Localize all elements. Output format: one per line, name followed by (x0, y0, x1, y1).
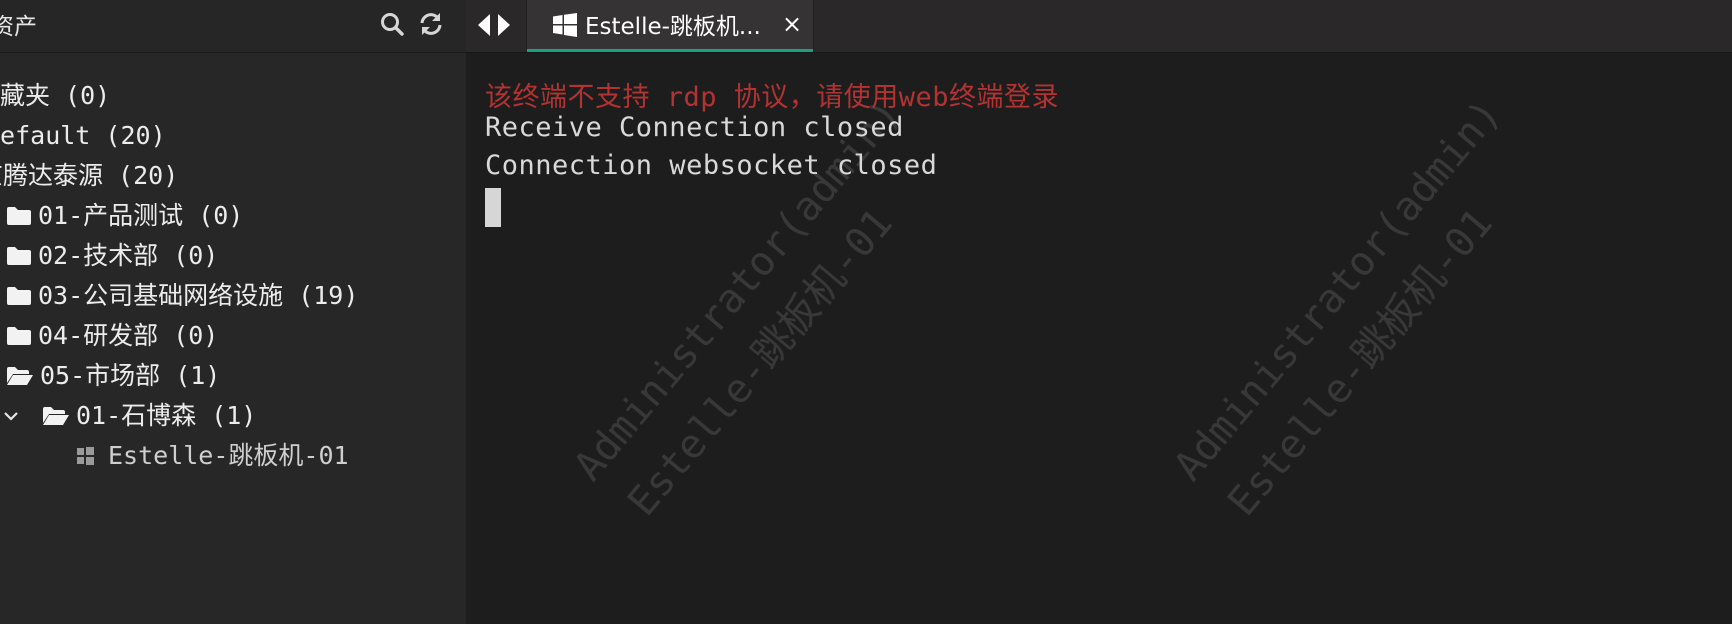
windows-icon (76, 447, 94, 465)
terminal-output[interactable]: Administrator(admin) Estelle-跳板机-01 Admi… (466, 53, 1732, 624)
folder-icon (6, 246, 32, 266)
tree-node-label: 05-市场部 (1) (40, 361, 221, 390)
watermark-user: Administrator(admin) (1165, 90, 1511, 490)
tree-node-label: Estelle-跳板机-01 (108, 441, 349, 470)
folder-icon (6, 326, 32, 346)
terminal-error-line: 该终端不支持 rdp 协议，请使用web终端登录 (485, 82, 1060, 113)
tree-node-label: Default (20) (0, 121, 166, 150)
tab-bar: Estelle-跳板机... × (466, 0, 1732, 53)
tree-node-product-test[interactable]: 01-产品测试 (0) (6, 196, 243, 236)
tree-node-asset-estelle[interactable]: Estelle-跳板机-01 (76, 436, 349, 476)
folder-icon (6, 286, 32, 306)
tree-node-label: 01-产品测试 (0) (38, 201, 244, 230)
tab-estelle[interactable]: Estelle-跳板机... × (526, 0, 814, 52)
sidebar-header: 资产 (0, 0, 466, 53)
asset-sidebar: 资产 收藏夹 (0) Default (20 (0, 0, 466, 624)
watermark-host: Estelle-跳板机-01 (1219, 200, 1502, 525)
app-window: 资产 收藏夹 (0) Default (20 (0, 0, 1732, 624)
caret-right-icon[interactable] (496, 12, 512, 38)
refresh-icon[interactable] (417, 10, 445, 38)
tree-node-shi-bosen[interactable]: 01-石博森 (1) (42, 396, 256, 436)
search-icon[interactable] (378, 10, 406, 38)
folder-open-icon (42, 406, 70, 426)
windows-icon (553, 13, 577, 41)
tree-node-org[interactable]: 北京腾达泰源 (20) (0, 156, 178, 196)
tab-label: Estelle-跳板机... (585, 14, 761, 40)
terminal-cursor (485, 188, 501, 227)
terminal-line: Connection websocket closed (485, 150, 938, 181)
caret-left-icon[interactable] (476, 12, 492, 38)
tree-node-label: 04-研发部 (0) (38, 321, 219, 350)
tree-node-rnd-dept[interactable]: 04-研发部 (0) (6, 316, 218, 356)
tree-node-marketing-dept[interactable]: 05-市场部 (1) (6, 356, 220, 396)
watermark-user: Administrator(admin) (565, 90, 911, 490)
terminal-line: Receive Connection closed (485, 112, 904, 143)
folder-icon (6, 206, 32, 226)
tree-node-label: 收藏夹 (0) (0, 81, 111, 110)
tree-node-infrastructure[interactable]: 03-公司基础网络设施 (19) (6, 276, 358, 316)
watermark: Administrator(admin) Estelle-跳板机-01 (1158, 90, 1513, 537)
close-icon[interactable]: × (779, 10, 805, 38)
folder-open-icon (6, 366, 34, 386)
tree-node-default[interactable]: Default (20) (0, 116, 166, 156)
active-tab-indicator (527, 49, 813, 52)
tree-node-label: 02-技术部 (0) (38, 241, 219, 270)
tree-node-label: 03-公司基础网络设施 (19) (38, 281, 359, 310)
watermark: Administrator(admin) Estelle-跳板机-01 (558, 90, 913, 537)
watermark-host: Estelle-跳板机-01 (619, 200, 902, 525)
tab-nav-arrows (476, 10, 518, 40)
sidebar-title: 资产 (0, 14, 37, 40)
tree-node-favorites[interactable]: 收藏夹 (0) (0, 76, 110, 116)
tree-node-tech-dept[interactable]: 02-技术部 (0) (6, 236, 218, 276)
tree-node-label: 北京腾达泰源 (20) (0, 161, 179, 190)
tree-node-label: 01-石博森 (1) (76, 401, 257, 430)
chevron-down-icon[interactable] (2, 408, 20, 427)
